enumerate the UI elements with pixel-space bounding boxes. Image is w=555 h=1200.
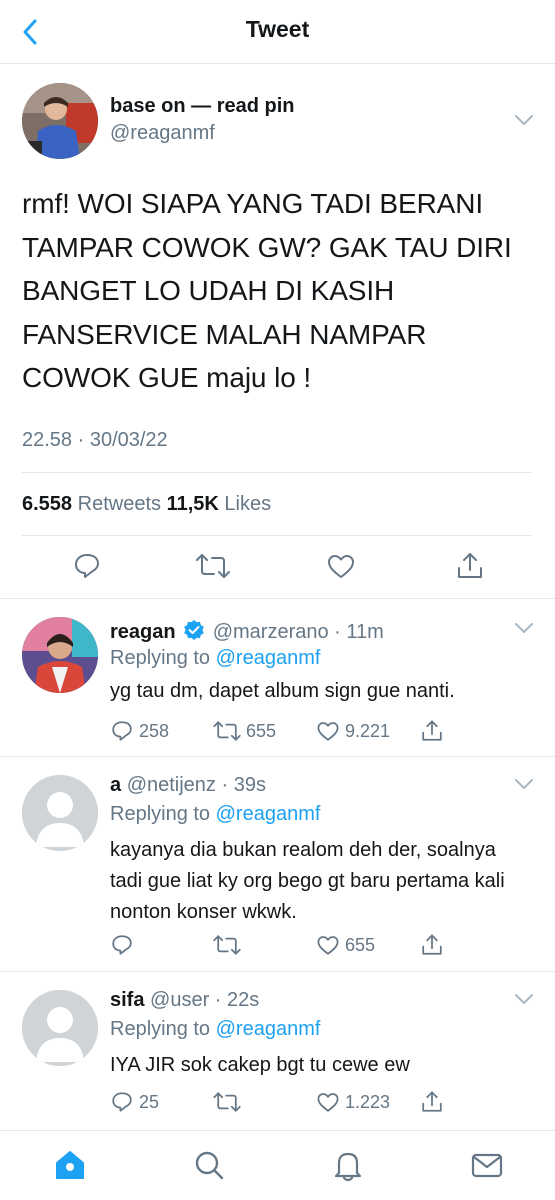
reply-handle-time[interactable]: @netijenz · 39s — [127, 774, 266, 796]
search-icon — [195, 1151, 224, 1180]
person-silhouette-icon — [22, 775, 98, 851]
reply-text: yg tau dm, dapet album sign gue nanti. — [110, 680, 455, 702]
reply-icon — [112, 721, 132, 741]
retweet-icon — [213, 1092, 241, 1112]
tweet-timestamp[interactable]: 22.58 · 30/03/22 — [22, 429, 168, 452]
verified-badge-icon — [184, 620, 204, 640]
avatar[interactable] — [22, 617, 98, 693]
tweet-text: rmf! WOI SIAPA YANG TADI BERANI TAMPAR C… — [22, 188, 512, 393]
chevron-down-icon[interactable] — [513, 992, 535, 1006]
reply-author-name[interactable]: sifa — [110, 989, 144, 1011]
replying-to-link[interactable]: @reaganmf — [216, 803, 321, 825]
reply-handle-time[interactable]: @user · 22s — [150, 989, 259, 1011]
mail-icon — [471, 1153, 503, 1178]
top-bar: Tweet — [0, 0, 555, 64]
share-button[interactable] — [420, 1090, 444, 1114]
home-icon — [56, 1151, 84, 1179]
reply-icon — [112, 935, 132, 955]
likes-count[interactable]: 11,5K — [167, 493, 219, 515]
reply-button[interactable] — [72, 551, 102, 581]
chevron-down-icon[interactable] — [513, 113, 535, 127]
retweet-icon — [196, 554, 230, 578]
bottom-tab-bar — [0, 1130, 555, 1200]
reply-author-name[interactable]: reagan — [110, 621, 176, 643]
reply-actions: 655 — [0, 929, 555, 969]
chevron-down-icon[interactable] — [513, 621, 535, 635]
tab-search[interactable] — [191, 1147, 227, 1183]
chevron-down-icon[interactable] — [513, 777, 535, 791]
heart-icon — [317, 936, 339, 955]
share-icon — [422, 720, 442, 741]
person-silhouette-icon — [22, 990, 98, 1066]
heart-icon — [317, 1093, 339, 1112]
reply-count: 258 — [139, 720, 170, 741]
reply-tweet[interactable]: reagan @marzerano · 11m Replying to @rea… — [0, 599, 555, 756]
tab-notifications[interactable] — [330, 1147, 366, 1183]
reply-actions: 25 1.223 — [0, 1086, 555, 1126]
divider — [22, 472, 532, 473]
replying-to: Replying to @reaganmf — [110, 803, 320, 826]
replying-to: Replying to @reaganmf — [110, 647, 320, 670]
heart-icon — [328, 555, 354, 578]
retweet-icon — [213, 935, 241, 955]
replying-to: Replying to @reaganmf — [110, 1018, 320, 1041]
retweet-button[interactable] — [196, 551, 230, 581]
share-button[interactable] — [420, 719, 444, 743]
like-count: 9.221 — [345, 720, 391, 741]
default-avatar[interactable] — [22, 990, 98, 1066]
reply-text: IYA JIR sok cakep bgt tu cewe ew — [110, 1054, 410, 1076]
like-button[interactable]: 655 — [316, 933, 375, 957]
like-count: 655 — [345, 934, 376, 955]
reply-button[interactable]: 25 — [110, 1090, 159, 1114]
retweet-count: 655 — [246, 720, 277, 741]
divider — [22, 535, 532, 536]
heart-icon — [317, 722, 339, 741]
replying-to-label: Replying to — [110, 1018, 211, 1040]
reply-header: sifa @user · 22s — [110, 989, 259, 1012]
reply-actions: 258 655 9.221 — [0, 715, 555, 755]
retweet-button[interactable] — [213, 1090, 246, 1114]
default-avatar[interactable] — [22, 775, 98, 851]
author-handle[interactable]: @reaganmf — [110, 122, 215, 145]
retweets-label[interactable]: Retweets — [78, 493, 161, 515]
share-button[interactable] — [420, 933, 444, 957]
like-button[interactable]: 9.221 — [316, 719, 390, 743]
retweet-button[interactable]: 655 — [213, 719, 276, 743]
reply-icon — [75, 554, 99, 578]
replying-to-label: Replying to — [110, 647, 211, 669]
avatar[interactable] — [22, 83, 98, 159]
reply-author-name[interactable]: a — [110, 774, 121, 796]
reply-icon — [112, 1092, 132, 1112]
tab-home[interactable] — [52, 1147, 88, 1183]
reply-count: 25 — [139, 1091, 160, 1112]
reply-text: kayanya dia bukan realom deh der, soalny… — [110, 839, 505, 923]
retweet-icon — [213, 721, 241, 741]
reply-button[interactable] — [110, 933, 139, 957]
like-button[interactable]: 1.223 — [316, 1090, 390, 1114]
author-name[interactable]: base on — read pin — [110, 95, 294, 118]
like-count: 1.223 — [345, 1091, 391, 1112]
reply-button[interactable]: 258 — [110, 719, 169, 743]
replying-to-link[interactable]: @reaganmf — [216, 1018, 321, 1040]
reply-tweet[interactable]: a @netijenz · 39s Replying to @reaganmf … — [0, 757, 555, 971]
main-tweet-actions — [0, 547, 555, 587]
bell-icon — [334, 1152, 362, 1182]
share-icon — [422, 1091, 442, 1112]
retweet-button[interactable] — [213, 933, 246, 957]
replying-to-link[interactable]: @reaganmf — [216, 647, 321, 669]
page-title: Tweet — [245, 16, 310, 42]
reply-tweet[interactable]: sifa @user · 22s Replying to @reaganmf I… — [0, 972, 555, 1129]
like-button[interactable] — [326, 551, 356, 581]
reply-handle-time[interactable]: @marzerano · 11m — [213, 621, 384, 643]
share-icon — [422, 934, 442, 955]
retweets-count[interactable]: 6.558 — [22, 493, 72, 515]
reply-header: reagan @marzerano · 11m — [110, 619, 384, 644]
likes-label[interactable]: Likes — [224, 493, 271, 515]
tab-messages[interactable] — [469, 1147, 505, 1183]
reply-header: a @netijenz · 39s — [110, 774, 266, 797]
share-icon — [458, 553, 482, 578]
tweet-stats: 6.558 Retweets 11,5K Likes — [22, 493, 271, 516]
replying-to-label: Replying to — [110, 803, 211, 825]
share-button[interactable] — [455, 551, 485, 581]
